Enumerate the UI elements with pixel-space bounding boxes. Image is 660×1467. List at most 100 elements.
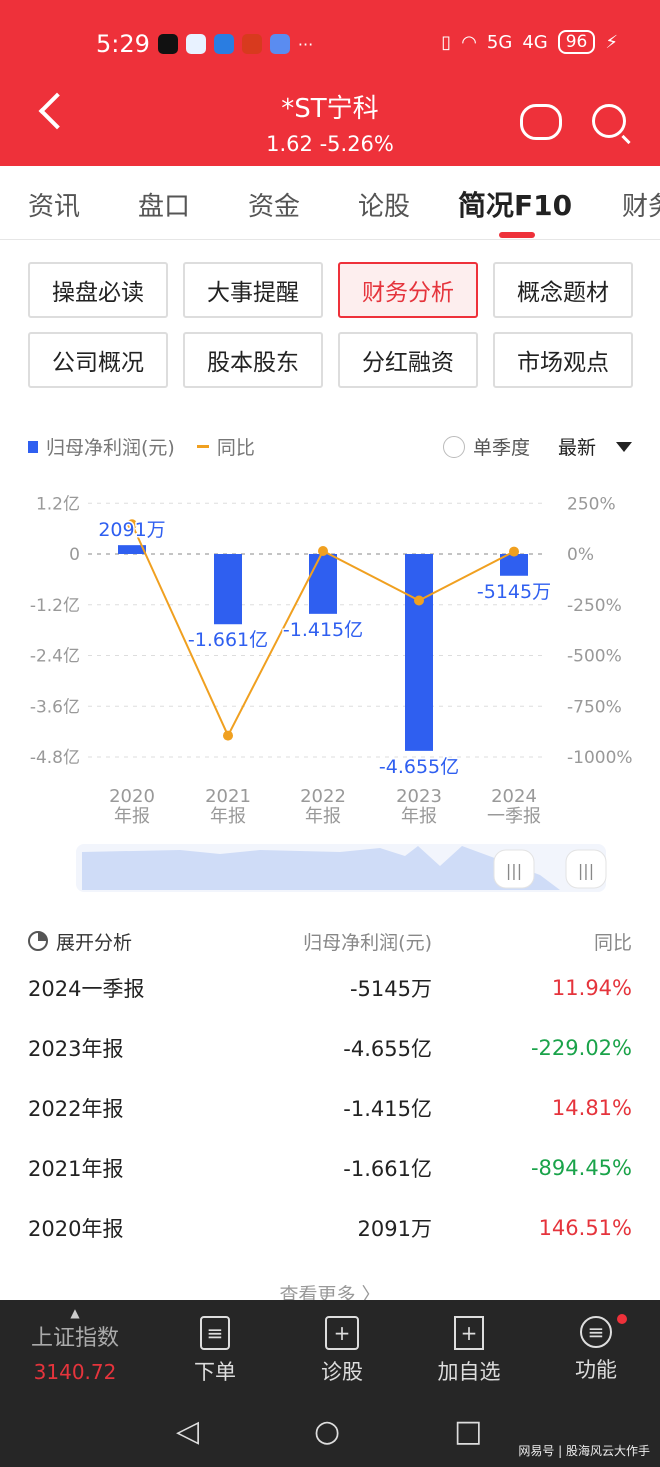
period: 2024一季报 — [28, 977, 145, 1001]
line-legend-swatch — [196, 445, 209, 448]
profit-table: 展开分析 归母净利润(元) 同比 2024一季报 -5145万 11.94% 2023… — [28, 924, 632, 1258]
status-bar: 5:29 ··· — [96, 30, 314, 58]
expand-analysis[interactable]: 展开分析 — [56, 928, 132, 955]
tab-bar: 资讯 盘口 资金 论股 简况F10 财务 — [0, 166, 660, 240]
x-tick-label: 年报 — [401, 806, 437, 827]
price: 1.62 — [266, 132, 313, 156]
signal-5g: 5G — [486, 31, 513, 53]
diagnose-icon: + — [325, 1316, 359, 1350]
right-tick: -1000% — [567, 748, 633, 768]
x-tick-label: 2022 — [300, 786, 346, 807]
button-1[interactable]: 大事提醒 — [183, 262, 323, 318]
button-2[interactable]: 财务分析 — [338, 262, 478, 318]
profit-bar — [309, 554, 337, 614]
left-tick: -4.8亿 — [30, 748, 80, 768]
dropdown-arrow-icon[interactable] — [616, 441, 632, 452]
nav-order[interactable]: ≡ 下单 — [170, 1310, 260, 1386]
tab-forum[interactable]: 论股 — [358, 186, 410, 223]
table-row[interactable]: 2022年报 -1.415亿 14.81% — [28, 1078, 632, 1138]
table-row[interactable]: 2020年报 2091万 146.51% — [28, 1198, 632, 1258]
legend-yoy: 同比 — [216, 437, 255, 459]
nav-label: 下单 — [194, 1360, 236, 1384]
right-tick: 0% — [567, 545, 594, 565]
yoy: 14.81% — [551, 1096, 632, 1120]
system-back-icon[interactable]: ◁ — [176, 1414, 199, 1449]
handle-grip-icon: ||| — [506, 861, 522, 880]
nav-add-watchlist[interactable]: + 加自选 — [424, 1310, 514, 1386]
col-profit: 归母净利润(元) — [303, 931, 432, 954]
menu-icon: ≡ — [580, 1316, 612, 1348]
notification-dot — [617, 1314, 627, 1324]
right-tick: -750% — [567, 697, 622, 717]
x-tick-label: 2023 — [396, 786, 442, 807]
active-tab-indicator — [499, 232, 535, 238]
single-quarter-radio[interactable] — [442, 435, 465, 458]
yoy: 146.51% — [538, 1216, 632, 1240]
table-row[interactable]: 2023年报 -4.655亿 -229.02% — [28, 1018, 632, 1078]
yoy-point — [223, 730, 233, 741]
nav-functions[interactable]: ≡ 功能 — [551, 1310, 641, 1384]
profit: -5145万 — [349, 977, 432, 1001]
left-tick: 1.2亿 — [36, 494, 80, 514]
search-icon[interactable] — [592, 104, 626, 138]
bar-label: -4.655亿 — [379, 756, 459, 778]
button-6[interactable]: 分红融资 — [338, 332, 478, 388]
plus-square-icon: + — [454, 1316, 484, 1350]
period: 2020年报 — [28, 1217, 124, 1241]
bar-label: -1.415亿 — [283, 619, 363, 641]
single-quarter-label[interactable]: 单季度 — [473, 433, 530, 460]
yoy-point — [509, 546, 519, 557]
button-3[interactable]: 概念题材 — [493, 262, 633, 318]
index-ticker[interactable]: ▲ 上证指数 3140.72 — [30, 1306, 120, 1384]
x-tick-label: 一季报 — [487, 806, 541, 827]
clock: 5:29 — [96, 30, 150, 58]
yoy: -229.02% — [530, 1036, 632, 1060]
table-header: 展开分析 归母净利润(元) 同比 — [28, 924, 632, 958]
left-tick: 0 — [69, 545, 80, 565]
up-arrow-icon: ▲ — [70, 1306, 80, 1320]
tab-quote[interactable]: 盘口 — [138, 186, 190, 223]
bar-label: -1.661亿 — [188, 629, 268, 651]
right-tick: 250% — [567, 494, 616, 514]
profit-chart: 1.2亿 250% 0 0% -1.2亿 -250% -2.4亿 -500% -3.6亿 -750… — [30, 494, 633, 892]
button-0[interactable]: 操盘必读 — [28, 262, 168, 318]
x-tick-label: 2024 — [491, 786, 537, 807]
x-tick-label: 2021 — [205, 786, 251, 807]
table-row[interactable]: 2021年报 -1.661亿 -894.45% — [28, 1138, 632, 1198]
battery-icon: 96 — [557, 30, 596, 54]
tab-funds[interactable]: 资金 — [248, 186, 300, 223]
stock-quote: 1.62 -5.26% — [0, 132, 660, 156]
status-icons: ▯ ◠ 5G 4G 96 ⚡ — [441, 30, 618, 54]
x-tick-label: 2020 — [109, 786, 155, 807]
profit-bar — [405, 554, 433, 751]
tab-f10[interactable]: 简况F10 — [458, 184, 572, 224]
chart-legend: 归母净利润(元) 同比 — [28, 433, 255, 460]
right-tick: -500% — [567, 647, 622, 667]
x-tick-label: 年报 — [210, 806, 246, 827]
x-tick-label: 年报 — [114, 806, 150, 827]
pie-icon — [28, 931, 48, 951]
nav-diagnose[interactable]: + 诊股 — [297, 1310, 387, 1386]
system-recents-icon[interactable]: □ — [454, 1414, 482, 1449]
system-home-icon[interactable]: ○ — [314, 1414, 340, 1449]
bar-label: -5145万 — [477, 581, 551, 603]
button-7[interactable]: 市场观点 — [493, 332, 633, 388]
signal-4g: 4G — [522, 31, 548, 53]
button-5[interactable]: 股本股东 — [183, 332, 323, 388]
button-4[interactable]: 公司概况 — [28, 332, 168, 388]
order-icon: ≡ — [200, 1316, 230, 1350]
left-tick: -3.6亿 — [30, 697, 80, 717]
profit: -4.655亿 — [343, 1037, 432, 1061]
bottom-nav: ▲ 上证指数 3140.72 ≡ 下单 + 诊股 + 加自选 ≡ 功能 ◁ ○ □ 网易… — [0, 1300, 660, 1467]
app-icon — [241, 34, 262, 54]
app-icon — [157, 34, 178, 54]
tab-finance[interactable]: 财务 — [622, 186, 660, 223]
sort-dropdown[interactable]: 最新 — [558, 433, 596, 460]
app-icon — [213, 34, 234, 54]
robot-icon[interactable] — [520, 104, 562, 140]
left-tick: -1.2亿 — [30, 596, 80, 616]
period: 2021年报 — [28, 1157, 124, 1181]
table-row[interactable]: 2024一季报 -5145万 11.94% — [28, 958, 632, 1018]
bar-legend-swatch — [28, 440, 38, 453]
tab-news[interactable]: 资讯 — [28, 186, 80, 223]
